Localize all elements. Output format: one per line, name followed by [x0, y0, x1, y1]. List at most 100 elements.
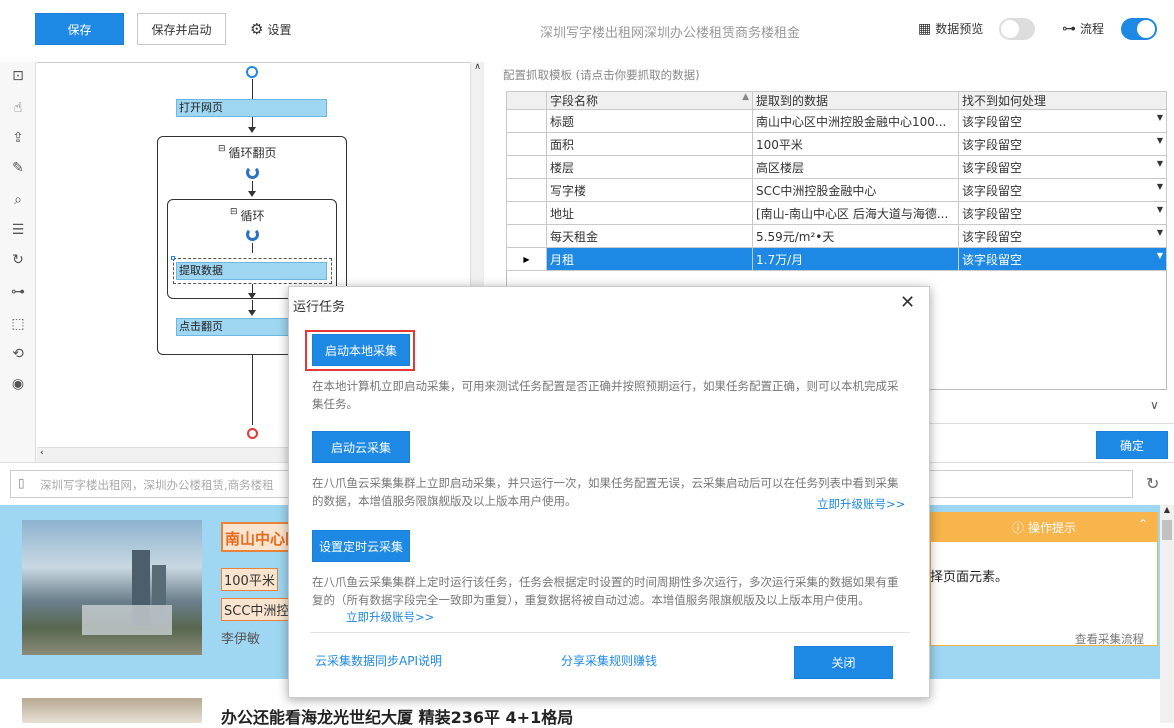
listing2-photo[interactable]	[22, 698, 202, 723]
column-header-label: 字段名称	[550, 94, 599, 108]
dropdown-arrow-icon[interactable]: ▼	[1157, 182, 1163, 191]
field-name-cell[interactable]: 月租	[546, 247, 753, 271]
dropdown-arrow-icon[interactable]: ▼	[1157, 159, 1163, 168]
column-header-missing[interactable]: 找不到如何处理	[958, 91, 1167, 110]
field-row[interactable]: 楼层 高区楼层 该字段留空 ▼	[506, 155, 1167, 179]
field-value-cell[interactable]: 5.59元/m²•天	[752, 224, 959, 248]
click-icon[interactable]: ☝	[8, 98, 28, 118]
listing-area[interactable]: 100平米	[221, 568, 278, 591]
field-row[interactable]: 每天租金 5.59元/m²•天 该字段留空 ▼	[506, 224, 1167, 248]
field-name-cell[interactable]: 标题	[546, 109, 753, 133]
dropdown-arrow-icon[interactable]: ▼	[1157, 228, 1163, 237]
field-row[interactable]: 标题 南山中心区中洲控股金融中心100... 该字段留空 ▼	[506, 109, 1167, 133]
start-cloud-button[interactable]: 启动云采集	[312, 431, 410, 463]
loop-page-label: 循环翻页	[228, 146, 277, 160]
tips-header[interactable]: ⓘ 操作提示	[930, 512, 1158, 542]
settings-button[interactable]: ⚙ 设置	[250, 20, 291, 38]
start-local-button[interactable]: 启动本地采集	[312, 334, 410, 366]
flow-toggle[interactable]	[1121, 18, 1157, 40]
flow-label: 流程	[1080, 22, 1105, 36]
stop-icon[interactable]: ◉	[8, 374, 28, 394]
new-page-icon[interactable]: ⊡	[8, 66, 28, 86]
missing-action-select[interactable]: 该字段留空 ▼	[958, 178, 1167, 202]
upload-icon[interactable]: ⇪	[8, 128, 28, 148]
listing-building[interactable]: SCC中洲控	[221, 598, 291, 621]
row-indicator[interactable]	[506, 132, 547, 156]
listing-title[interactable]: 南山中心区	[221, 522, 291, 552]
search-box-icon[interactable]: ⌕	[8, 190, 28, 210]
field-row[interactable]: 写字楼 SCC中洲控股金融中心 该字段留空 ▼	[506, 178, 1167, 202]
field-name-cell[interactable]: 写字楼	[546, 178, 753, 202]
reload-icon[interactable]: ↻	[1146, 474, 1159, 493]
page-icon: ▯	[18, 476, 25, 490]
field-value-cell[interactable]: 100平米	[752, 132, 959, 156]
edit-icon[interactable]: ✎	[8, 158, 28, 178]
loop-icon	[246, 228, 259, 241]
field-value-cell[interactable]: SCC中洲控股金融中心	[752, 178, 959, 202]
list-icon[interactable]: ☰	[8, 220, 28, 240]
dropdown-arrow-icon[interactable]: ▼	[1157, 251, 1163, 260]
chevron-down-icon[interactable]: ∨	[1150, 398, 1159, 412]
field-value-cell[interactable]: 高区楼层	[752, 155, 959, 179]
template-caption: 配置抓取模板 (请点击你要抓取的数据)	[503, 68, 700, 82]
field-name-cell[interactable]: 地址	[546, 201, 753, 225]
save-button[interactable]: 保存	[35, 13, 124, 45]
data-preview-toggle[interactable]	[999, 18, 1035, 40]
dropdown-arrow-icon[interactable]: ▼	[1157, 113, 1163, 122]
row-indicator[interactable]	[506, 109, 547, 133]
flow-start-icon	[246, 66, 258, 78]
column-header-extracted[interactable]: 提取到的数据	[752, 91, 959, 110]
data-preview-label: 数据预览	[935, 22, 984, 36]
refresh-icon[interactable]: ⟲	[8, 344, 28, 364]
cloud-upgrade-link[interactable]: 立即升级账号>>	[817, 496, 905, 512]
selection-handle	[171, 256, 175, 260]
select-icon[interactable]: ⬚	[8, 314, 28, 334]
row-indicator[interactable]: ▶	[506, 247, 547, 271]
missing-action-select[interactable]: 该字段留空 ▼	[958, 155, 1167, 179]
missing-action-select[interactable]: 该字段留空 ▼	[958, 224, 1167, 248]
listing2-title[interactable]: 办公还能看海龙光世纪大厦 精装236平 4+1格局	[221, 704, 573, 728]
api-link[interactable]: 云采集数据同步API说明	[315, 652, 442, 669]
close-button[interactable]: 关闭	[794, 646, 893, 679]
dropdown-arrow-icon[interactable]: ▼	[1157, 205, 1163, 214]
tips-link[interactable]: 查看采集流程	[1075, 631, 1144, 647]
share-link[interactable]: 分享采集规则赚钱	[561, 652, 657, 669]
loop-icon[interactable]: ↻	[8, 250, 28, 270]
close-icon[interactable]: ✕	[900, 292, 915, 313]
row-indicator[interactable]	[506, 178, 547, 202]
missing-action-select[interactable]: 该字段留空 ▼	[958, 109, 1167, 133]
dropdown-arrow-icon[interactable]: ▼	[1157, 136, 1163, 145]
column-header-field-name[interactable]: 字段名称 ▲	[546, 91, 753, 110]
collapse-icon[interactable]: ⌃	[1138, 517, 1148, 531]
missing-action-select[interactable]: 该字段留空 ▼	[958, 201, 1167, 225]
listing-agent[interactable]: 李伊敏	[221, 628, 260, 647]
field-row[interactable]: 面积 100平米 该字段留空 ▼	[506, 132, 1167, 156]
field-name-cell[interactable]: 每天租金	[546, 224, 753, 248]
branch-icon[interactable]: ⊶	[8, 282, 28, 302]
info-icon: ⓘ	[1011, 520, 1024, 535]
open-page-node[interactable]: 打开网页	[176, 99, 327, 117]
save-and-start-button[interactable]: 保存并启动	[137, 13, 226, 45]
tips-title: 操作提示	[1028, 520, 1077, 535]
browser-scrollbar[interactable]: ▲	[1160, 505, 1174, 723]
listing-photo[interactable]	[22, 520, 202, 655]
field-name-cell[interactable]: 面积	[546, 132, 753, 156]
schedule-upgrade-link[interactable]: 立即升级账号>>	[344, 609, 435, 625]
schedule-cloud-button[interactable]: 设置定时云采集	[312, 530, 410, 562]
row-indicator[interactable]	[506, 224, 547, 248]
confirm-button[interactable]: 确定	[1096, 431, 1168, 459]
field-value-cell[interactable]: 南山中心区中洲控股金融中心100...	[752, 109, 959, 133]
field-row[interactable]: 地址 [南山-南山中心区 后海大道与海德... 该字段留空 ▼	[506, 201, 1167, 225]
field-value-cell[interactable]: 1.7万/月	[752, 247, 959, 271]
extract-data-node[interactable]: 提取数据	[176, 262, 327, 280]
field-row[interactable]: ▶ 月租 1.7万/月 该字段留空 ▼	[506, 247, 1167, 271]
missing-action-value: 该字段留空	[962, 183, 1023, 198]
row-indicator[interactable]	[506, 201, 547, 225]
field-value-cell[interactable]: [南山-南山中心区 后海大道与海德...	[752, 201, 959, 225]
gear-icon: ⚙	[250, 20, 264, 38]
missing-action-select[interactable]: 该字段留空 ▼	[958, 132, 1167, 156]
flow-label-group: ⊶ 流程	[1062, 20, 1104, 37]
field-name-cell[interactable]: 楼层	[546, 155, 753, 179]
row-indicator[interactable]	[506, 155, 547, 179]
missing-action-select[interactable]: 该字段留空 ▼	[958, 247, 1167, 271]
